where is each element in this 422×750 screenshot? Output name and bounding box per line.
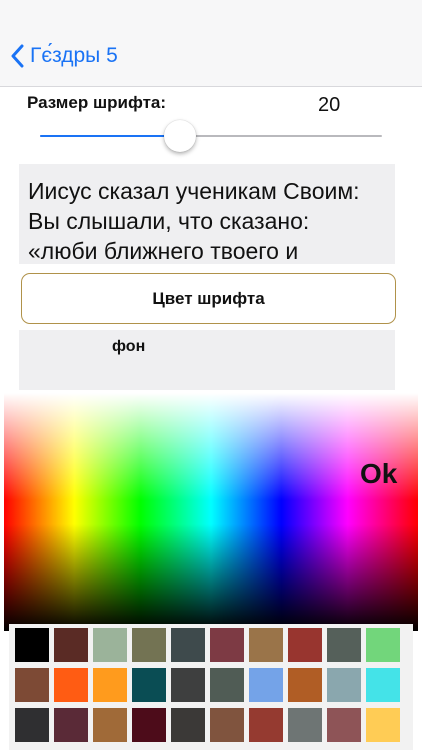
- color-swatch[interactable]: [132, 668, 166, 702]
- color-swatch[interactable]: [54, 708, 88, 742]
- color-swatch[interactable]: [327, 668, 361, 702]
- color-swatch[interactable]: [366, 668, 400, 702]
- color-swatch[interactable]: [249, 668, 283, 702]
- back-button-label: Гє́здры 5: [30, 44, 118, 67]
- color-swatch[interactable]: [327, 708, 361, 742]
- slider-thumb[interactable]: [164, 120, 197, 152]
- color-swatch[interactable]: [132, 708, 166, 742]
- font-color-button[interactable]: Цвет шрифта: [21, 273, 396, 324]
- font-size-slider[interactable]: [40, 120, 382, 156]
- color-swatch[interactable]: [249, 708, 283, 742]
- color-swatch[interactable]: [132, 628, 166, 662]
- slider-fill: [40, 135, 181, 137]
- preview-text: Иисус сказал ученикам Своим: Вы слышали,…: [28, 178, 360, 264]
- color-swatch[interactable]: [171, 708, 205, 742]
- background-section[interactable]: фон: [19, 330, 395, 390]
- color-swatch[interactable]: [15, 668, 49, 702]
- color-swatch-panel: [9, 624, 413, 750]
- color-spectrum-picker[interactable]: [4, 393, 418, 631]
- color-swatch[interactable]: [210, 628, 244, 662]
- color-swatch[interactable]: [210, 708, 244, 742]
- color-swatch[interactable]: [15, 628, 49, 662]
- color-swatch[interactable]: [288, 708, 322, 742]
- color-swatch[interactable]: [93, 628, 127, 662]
- color-swatch[interactable]: [171, 628, 205, 662]
- color-swatch[interactable]: [15, 708, 49, 742]
- back-button[interactable]: Гє́здры 5: [10, 38, 118, 74]
- color-swatch[interactable]: [288, 628, 322, 662]
- ok-button[interactable]: Ok: [360, 458, 397, 490]
- color-swatch[interactable]: [93, 668, 127, 702]
- swatch-grid: [15, 628, 400, 742]
- color-swatch[interactable]: [249, 628, 283, 662]
- text-preview: Иисус сказал ученикам Своим: Вы слышали,…: [19, 164, 395, 264]
- color-swatch[interactable]: [54, 668, 88, 702]
- color-swatch[interactable]: [366, 628, 400, 662]
- color-swatch[interactable]: [327, 628, 361, 662]
- background-label: фон: [112, 338, 146, 355]
- color-swatch[interactable]: [210, 668, 244, 702]
- color-swatch[interactable]: [366, 708, 400, 742]
- color-swatch[interactable]: [288, 668, 322, 702]
- navigation-bar: Гє́здры 5: [0, 0, 422, 87]
- color-swatch[interactable]: [54, 628, 88, 662]
- color-swatch[interactable]: [93, 708, 127, 742]
- color-swatch[interactable]: [171, 668, 205, 702]
- font-size-label: Размер шрифта:: [27, 93, 167, 112]
- chevron-left-icon: [11, 44, 24, 68]
- font-size-value: 20: [318, 94, 341, 116]
